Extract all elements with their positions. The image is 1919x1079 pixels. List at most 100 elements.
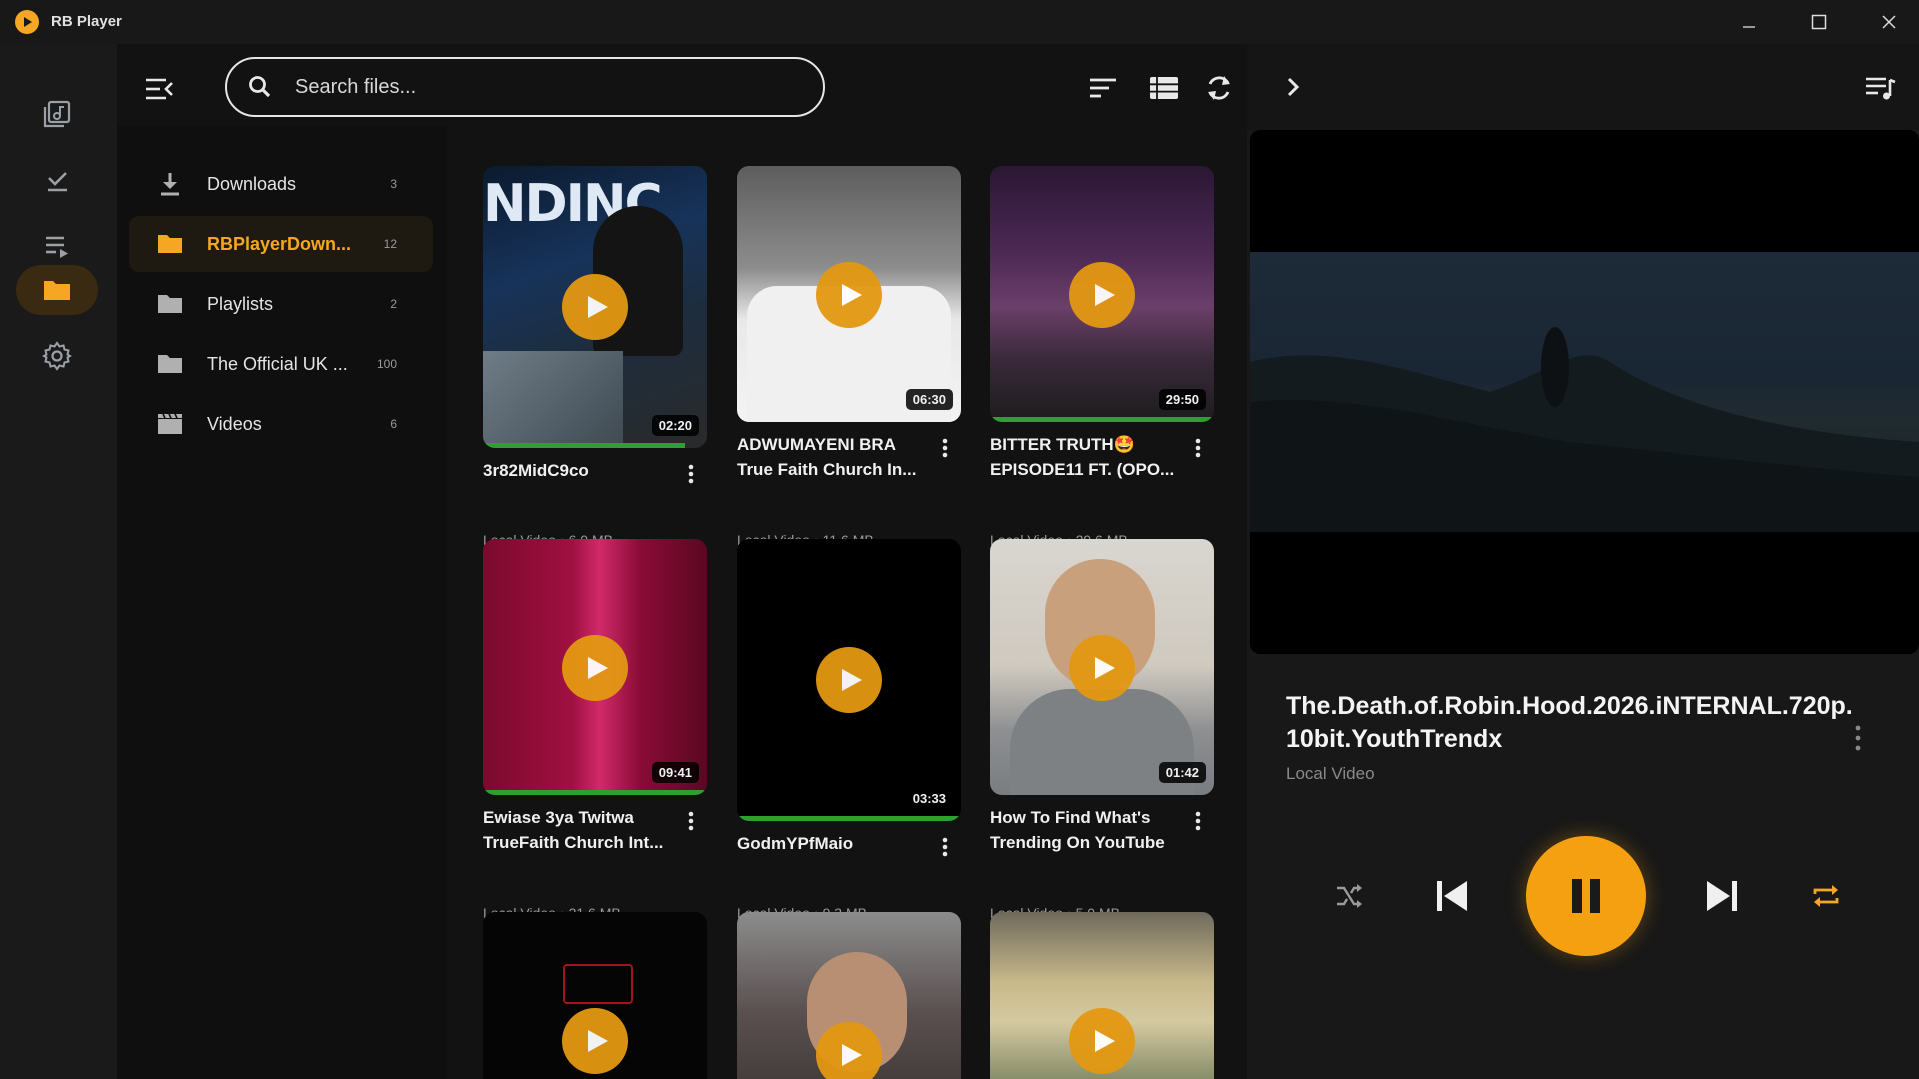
rail-folders-button[interactable] xyxy=(16,265,98,315)
play-icon[interactable] xyxy=(1069,1008,1135,1074)
folder-item-playlists[interactable]: Playlists 2 xyxy=(129,276,433,332)
video-title: BITTER TRUTH🤩 EPISODE11 FT. (OPO... xyxy=(990,435,1175,479)
more-options-button[interactable] xyxy=(681,462,701,486)
clapper-icon xyxy=(155,410,185,438)
refresh-button[interactable] xyxy=(1199,68,1239,108)
play-icon[interactable] xyxy=(562,274,628,340)
more-options-button[interactable] xyxy=(935,835,955,859)
folder-item-rbplayerdownloads[interactable]: RBPlayerDown... 12 xyxy=(129,216,433,272)
app-title: RB Player xyxy=(51,13,122,30)
shuffle-icon xyxy=(1337,884,1362,908)
video-title: 3r82MidC9co xyxy=(483,461,589,480)
download-icon xyxy=(155,170,185,198)
folder-name: Downloads xyxy=(207,173,297,194)
sort-icon xyxy=(1090,78,1116,98)
video-thumbnail[interactable]: 09:41 xyxy=(483,539,707,795)
more-vert-icon xyxy=(942,438,948,458)
search-bar xyxy=(225,57,825,117)
rail-completed-button[interactable] xyxy=(16,155,98,205)
view-toggle-button[interactable] xyxy=(1144,68,1184,108)
more-options-button[interactable] xyxy=(1188,436,1208,460)
more-vert-icon xyxy=(1195,811,1201,831)
video-thumbnail[interactable]: NDINC 02:20 xyxy=(483,166,707,448)
play-icon[interactable] xyxy=(1069,262,1135,328)
duration-badge: 09:41 xyxy=(651,762,699,783)
search-icon xyxy=(249,76,271,98)
play-icon[interactable] xyxy=(816,262,882,328)
pause-icon xyxy=(1572,879,1600,913)
video-title: How To Find What's Trending On YouTube xyxy=(990,808,1165,852)
queue-button[interactable] xyxy=(1862,70,1898,106)
video-thumbnail[interactable] xyxy=(483,912,707,1079)
minimize-button[interactable] xyxy=(1726,6,1772,38)
video-title: GodmYPfMaio xyxy=(737,834,854,853)
more-vert-icon xyxy=(688,464,694,484)
play-icon[interactable] xyxy=(562,635,628,701)
folder-count: 3 xyxy=(390,177,397,191)
settings-icon xyxy=(42,341,72,371)
folder-item-downloads[interactable]: Downloads 3 xyxy=(129,156,433,212)
duration-badge: 01:42 xyxy=(1158,762,1206,783)
video-title: Ewiase 3ya Twitwa TrueFaith Church Int..… xyxy=(483,808,664,852)
skip-next-icon xyxy=(1707,881,1737,911)
video-thumbnail[interactable]: 03:33 xyxy=(737,539,961,821)
folder-icon xyxy=(155,230,185,258)
video-player[interactable] xyxy=(1250,130,1919,654)
rail-settings-button[interactable] xyxy=(16,331,98,381)
video-grid: NDINC 02:20 3r82MidC9co Local Video • 6.… xyxy=(447,126,1247,1079)
play-icon[interactable] xyxy=(1069,635,1135,701)
repeat-button[interactable] xyxy=(1810,880,1842,912)
rail-library-button[interactable] xyxy=(16,89,98,139)
folder-item-videos[interactable]: Videos 6 xyxy=(129,396,433,452)
folder-item-official-uk[interactable]: The Official UK ... 100 xyxy=(129,336,433,392)
next-button[interactable] xyxy=(1703,878,1741,914)
search-input[interactable] xyxy=(295,75,775,99)
refresh-icon xyxy=(1208,76,1230,100)
now-playing-title: The.Death.of.Robin.Hood.2026.iNTERNAL.72… xyxy=(1286,692,1853,753)
video-thumbnail[interactable]: 06:30 xyxy=(737,166,961,422)
play-pause-button[interactable] xyxy=(1526,836,1646,956)
duration-badge: 02:20 xyxy=(651,415,699,436)
more-vert-icon xyxy=(942,837,948,857)
play-icon[interactable] xyxy=(816,647,882,713)
maximize-button[interactable] xyxy=(1796,6,1842,38)
app-logo-icon xyxy=(15,10,39,34)
menu-collapse-icon xyxy=(146,78,173,100)
watch-progress xyxy=(737,816,961,821)
more-vert-icon xyxy=(1855,725,1861,751)
previous-button[interactable] xyxy=(1433,878,1471,914)
title-bar: RB Player xyxy=(0,0,1919,44)
now-playing-more-button[interactable] xyxy=(1848,722,1868,754)
play-icon[interactable] xyxy=(816,1022,882,1079)
duration-badge: 03:33 xyxy=(905,788,953,809)
folder-count: 12 xyxy=(383,237,397,251)
video-title: ADWUMAYENI BRA True Faith Church In... xyxy=(737,435,917,479)
more-options-button[interactable] xyxy=(935,436,955,460)
more-options-button[interactable] xyxy=(681,809,701,833)
video-thumbnail[interactable]: 29:50 xyxy=(990,166,1214,422)
library-icon xyxy=(43,100,71,128)
more-options-button[interactable] xyxy=(1188,809,1208,833)
folder-count: 6 xyxy=(390,417,397,431)
play-icon[interactable] xyxy=(562,1008,628,1074)
sort-button[interactable] xyxy=(1083,68,1123,108)
duration-badge: 06:30 xyxy=(905,389,953,410)
video-thumbnail[interactable] xyxy=(990,912,1214,1079)
collapse-menu-button[interactable] xyxy=(142,72,176,106)
close-button[interactable] xyxy=(1866,6,1912,38)
folder-name: The Official UK ... xyxy=(207,353,348,374)
skip-previous-icon xyxy=(1437,881,1467,911)
rail-queue-button[interactable] xyxy=(16,221,98,271)
watch-progress xyxy=(990,417,1214,422)
watch-progress xyxy=(483,443,685,448)
chevron-right-icon xyxy=(1287,77,1300,97)
video-thumbnail[interactable] xyxy=(737,912,961,1079)
folder-count: 100 xyxy=(376,357,397,371)
video-thumbnail[interactable]: 01:42 xyxy=(990,539,1214,795)
folder-count: 2 xyxy=(390,297,397,311)
folder-icon xyxy=(155,350,185,378)
shuffle-button[interactable] xyxy=(1334,881,1364,911)
more-vert-icon xyxy=(688,811,694,831)
collapse-player-button[interactable] xyxy=(1278,70,1308,104)
now-playing-source: Local Video xyxy=(1286,764,1375,783)
